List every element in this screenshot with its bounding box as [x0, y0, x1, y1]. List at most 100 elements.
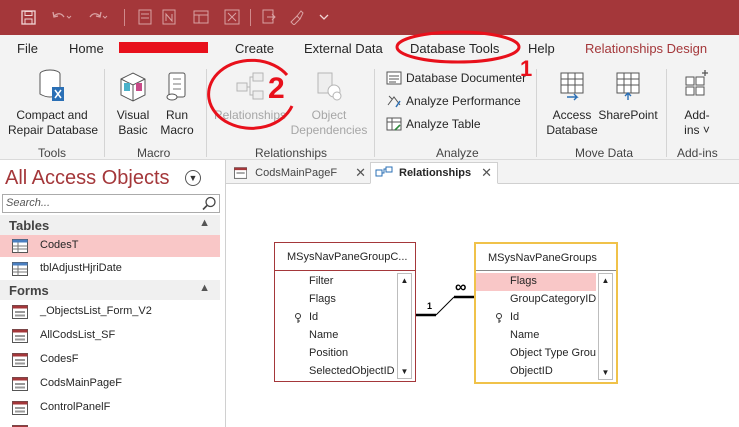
document-icon[interactable] — [260, 7, 278, 27]
compact-repair-button[interactable]: Compact and Repair Database — [8, 69, 99, 138]
table-field[interactable]: Position — [275, 345, 395, 363]
visual-basic-button[interactable]: Visual Basic — [112, 69, 154, 138]
format-painter-icon[interactable] — [287, 7, 305, 27]
analyze-table-label: Analyze Table — [406, 117, 481, 131]
scroll-up-arrow[interactable]: ▲ — [398, 274, 411, 287]
tab-relationships[interactable]: Relationships ✕ — [370, 162, 498, 184]
nav-item-form[interactable]: AllCodsList_SF — [0, 325, 220, 347]
database-wrench-icon — [39, 69, 64, 101]
scroll-down-arrow[interactable]: ▼ — [599, 366, 612, 379]
close-icon[interactable]: ✕ — [355, 165, 366, 181]
object-dependencies-label-1: Object — [311, 108, 347, 122]
table-icon[interactable] — [192, 7, 210, 27]
nav-item-form[interactable]: _ObjectsList_Form_V2 — [0, 301, 220, 323]
nav-item-label: CodesT — [40, 239, 79, 251]
table-field[interactable]: Flags — [275, 291, 395, 309]
nav-search-input[interactable]: Search... — [2, 194, 220, 213]
nav-item-form[interactable] — [0, 421, 220, 427]
add-ins-label-2-row: ins ˅ — [675, 123, 719, 138]
document-tabs: CodsMainPageF ✕ Relationships ✕ — [226, 160, 739, 184]
group-label-analyze: Analyze — [436, 146, 479, 160]
table-field[interactable]: Flags — [476, 273, 596, 291]
scrollbar[interactable]: ▲ ▼ — [598, 273, 613, 380]
tab-cods-main-page-form[interactable]: CodsMainPageF ✕ — [230, 162, 366, 184]
ribbon: Compact and Repair Database Visual Basic… — [0, 63, 739, 160]
visual-basic-icon — [120, 72, 146, 102]
nav-section-forms[interactable]: Forms ▲ — [0, 280, 220, 300]
run-macro-label-2: Macro — [160, 123, 194, 137]
nav-item-table[interactable]: CodesT — [0, 235, 220, 257]
table-icon — [12, 239, 28, 253]
tab-external-data[interactable]: External Data — [304, 41, 383, 56]
scroll-down-arrow[interactable]: ▼ — [398, 365, 411, 378]
nav-item-label: CodsMainPageF — [40, 377, 122, 389]
chevron-down-icon: ˅ — [699, 123, 710, 137]
group-divider — [374, 69, 375, 157]
relationship-table-msysnavpanegroups[interactable]: MSysNavPaneGroups Flags GroupCategoryID … — [474, 242, 618, 384]
scroll-up-arrow[interactable]: ▲ — [599, 274, 612, 287]
customize-toolbar-icon[interactable] — [318, 7, 330, 27]
tab-file[interactable]: File — [17, 41, 38, 56]
nav-item-form[interactable]: ControlPanelF — [0, 397, 220, 419]
save-icon[interactable] — [18, 7, 38, 27]
nav-section-label: Forms — [9, 283, 49, 298]
nav-pane-title[interactable]: All Access Objects — [5, 167, 170, 190]
table-field[interactable]: SelectedObjectID — [275, 363, 395, 381]
form-icon[interactable] — [136, 7, 154, 27]
access-database-button[interactable]: Access Database — [544, 69, 600, 138]
nav-item-form[interactable]: CodesF — [0, 349, 220, 371]
query-icon[interactable] — [223, 7, 241, 27]
table-field[interactable]: Name — [275, 327, 395, 345]
nav-item-label: CodesF — [40, 353, 79, 365]
close-icon[interactable]: ✕ — [481, 165, 492, 181]
relationships-icon — [375, 166, 393, 177]
field-label: Flags — [309, 293, 336, 305]
tab-database-tools[interactable]: Database Tools — [410, 41, 499, 56]
relationship-table-msysnavpanegroupc[interactable]: MSysNavPaneGroupC... Filter Flags Id Nam… — [274, 242, 416, 382]
table-field[interactable]: Filter — [275, 273, 395, 291]
group-divider — [536, 69, 537, 157]
table-field[interactable]: ObjectID — [476, 363, 596, 381]
chevron-down-icon[interactable]: ▼ — [185, 170, 201, 186]
tab-create[interactable]: Create — [235, 41, 274, 56]
macro-scroll-icon — [166, 72, 186, 101]
search-icon[interactable] — [202, 196, 217, 211]
relationship-many-label: ∞ — [455, 279, 467, 296]
group-label-macro: Macro — [137, 146, 171, 160]
nav-section-tables[interactable]: Tables ▲ — [0, 215, 220, 235]
table-title[interactable]: MSysNavPaneGroupC... — [275, 243, 415, 271]
analyze-performance-button[interactable]: Analyze Performance — [386, 93, 521, 109]
table-field[interactable]: GroupCategoryID — [476, 291, 596, 309]
object-dependencies-button[interactable]: Object Dependencies — [290, 69, 368, 138]
field-label: Id — [510, 311, 520, 323]
add-ins-button[interactable]: Add- ins ˅ — [675, 69, 719, 138]
redo-icon[interactable] — [84, 7, 110, 27]
table-field[interactable]: Id — [275, 309, 395, 327]
key-icon — [496, 313, 502, 323]
field-label: Name — [309, 329, 339, 341]
table-field[interactable]: Name — [476, 327, 596, 345]
report-icon[interactable] — [160, 7, 178, 27]
relationships-label: Relationships — [213, 108, 287, 122]
table-title[interactable]: MSysNavPaneGroups — [476, 244, 616, 272]
table-field[interactable]: Id — [476, 309, 596, 327]
table-field[interactable]: Object Type Grou — [476, 345, 596, 363]
analyze-table-icon — [386, 117, 402, 131]
group-divider — [666, 69, 667, 157]
scrollbar[interactable]: ▲ ▼ — [397, 273, 412, 379]
tab-label: CodsMainPageF — [255, 167, 338, 179]
analyze-table-button[interactable]: Analyze Table — [386, 116, 481, 132]
sharepoint-button[interactable]: SharePoint — [598, 69, 658, 123]
tab-help[interactable]: Help — [528, 41, 555, 56]
tab-home[interactable]: Home — [69, 41, 104, 56]
object-dependencies-icon — [317, 72, 342, 101]
nav-item-form[interactable]: CodsMainPageF — [0, 373, 220, 395]
run-macro-button[interactable]: Run Macro — [157, 69, 197, 138]
undo-icon[interactable] — [48, 7, 74, 27]
group-label-move-data: Move Data — [575, 146, 634, 160]
nav-item-table[interactable]: tblAdjustHjriDate — [0, 258, 220, 280]
compact-repair-label-2: Repair Database — [8, 123, 99, 137]
form-icon — [12, 329, 28, 343]
database-documenter-button[interactable]: Database Documenter — [386, 70, 526, 86]
tab-relationships-design[interactable]: Relationships Design — [585, 41, 707, 56]
